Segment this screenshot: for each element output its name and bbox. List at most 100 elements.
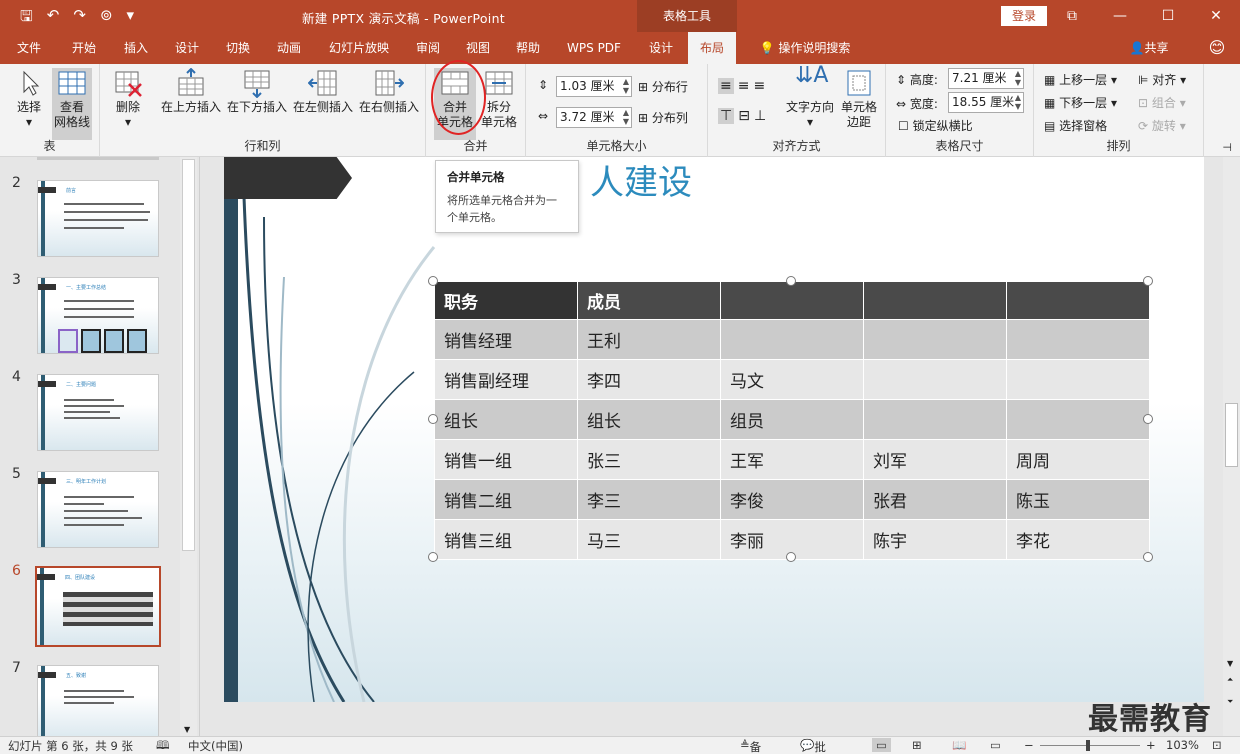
table-cell[interactable]	[1006, 319, 1150, 360]
ribbon-display-icon[interactable]: ⧉	[1048, 0, 1096, 32]
thumbnail-scrollbar[interactable]: ▼	[180, 157, 197, 736]
resize-handle[interactable]	[428, 276, 438, 286]
table-cell[interactable]: 组长	[434, 399, 578, 440]
table-header-cell[interactable]: 成员	[577, 281, 721, 320]
scroll-thumb[interactable]	[1225, 403, 1238, 467]
share-button[interactable]: 👤共享	[1124, 32, 1174, 64]
tab-insert[interactable]: 插入	[112, 32, 160, 64]
notes-button[interactable]: ≜ 备注	[740, 738, 761, 754]
slide-thumbnail-5[interactable]: 三、明年工作计划	[37, 471, 159, 548]
zoom-slider-thumb[interactable]	[1086, 740, 1090, 751]
tab-home[interactable]: 开始	[60, 32, 108, 64]
slide-thumbnail-4[interactable]: 二、主要问题	[37, 374, 159, 451]
presenter-icon[interactable]: ⊚	[100, 6, 113, 31]
slide-scrollbar[interactable]: ▼ ⏶ ⏷	[1223, 157, 1240, 736]
table-cell[interactable]: 李四	[577, 359, 721, 400]
rotate-button[interactable]: ⟳ 旋转 ▾	[1138, 117, 1186, 134]
table-width-input[interactable]: 18.55 厘米 ▲ ▼	[948, 92, 1024, 113]
table-cell[interactable]	[720, 319, 864, 360]
tell-me-search[interactable]: 💡 操作说明搜索	[750, 32, 860, 64]
cell-width-input[interactable]: 3.72 厘米 ▲ ▼	[556, 107, 632, 128]
table-cell[interactable]: 刘军	[863, 439, 1007, 480]
comments-button[interactable]: 💬 批注	[800, 738, 826, 754]
table-cell[interactable]	[1006, 359, 1150, 400]
tab-animations[interactable]: 动画	[266, 32, 312, 64]
resize-handle[interactable]	[786, 276, 796, 286]
tab-view[interactable]: 视图	[455, 32, 501, 64]
select-button[interactable]: 选择 ▾	[10, 68, 48, 130]
distribute-cols-button[interactable]: ⊞ 分布列	[638, 109, 688, 126]
align-button[interactable]: ⊫ 对齐 ▾	[1138, 71, 1186, 88]
tab-help[interactable]: 帮助	[505, 32, 551, 64]
table-cell[interactable]: 销售经理	[434, 319, 578, 360]
distribute-rows-button[interactable]: ⊞ 分布行	[638, 78, 688, 95]
delete-button[interactable]: 删除 ▾	[110, 68, 146, 130]
next-slide-icon[interactable]: ⏷	[1227, 697, 1233, 707]
selection-pane-button[interactable]: ▤ 选择窗格	[1044, 117, 1107, 134]
tab-file[interactable]: 文件	[6, 32, 52, 64]
maximize-icon[interactable]: ☐	[1144, 0, 1192, 32]
customize-qat-icon[interactable]: ▾	[127, 6, 135, 31]
pin-ribbon-icon[interactable]: ⊣	[1222, 141, 1232, 154]
resize-handle[interactable]	[428, 552, 438, 562]
scroll-thumb[interactable]	[182, 159, 195, 551]
insert-right-button[interactable]: 在右侧插入	[356, 68, 422, 115]
table-cell[interactable]: 陈宇	[863, 519, 1007, 560]
zoom-out-icon[interactable]: −	[1024, 738, 1034, 752]
table-cell[interactable]: 组员	[720, 399, 864, 440]
slide-title[interactable]: 人建设	[590, 157, 692, 204]
insert-left-button[interactable]: 在左侧插入	[290, 68, 356, 115]
spinner-arrows-icon[interactable]: ▲ ▼	[623, 108, 629, 126]
align-left-icon[interactable]: ≡	[718, 78, 734, 94]
resize-handle[interactable]	[428, 414, 438, 424]
table-header-cell[interactable]	[1006, 281, 1150, 320]
insert-below-button[interactable]: 在下方插入	[224, 68, 290, 115]
lock-aspect-checkbox[interactable]: ☐ 锁定纵横比	[898, 117, 973, 134]
spinner-arrows-icon[interactable]: ▲ ▼	[623, 77, 629, 95]
align-right-icon[interactable]: ≡	[753, 78, 765, 94]
table-cell[interactable]: 销售二组	[434, 479, 578, 520]
align-bottom-icon[interactable]: ⊥	[754, 108, 766, 124]
table-cell[interactable]: 李三	[577, 479, 721, 520]
bring-forward-button[interactable]: ▦ 上移一层 ▾	[1044, 71, 1117, 88]
table-cell[interactable]	[863, 399, 1007, 440]
scroll-down-icon[interactable]: ▼	[1227, 659, 1233, 668]
table-cell[interactable]: 销售副经理	[434, 359, 578, 400]
resize-handle[interactable]	[1143, 414, 1153, 424]
cell-margins-button[interactable]: 单元格 边距	[836, 68, 882, 130]
slide-table[interactable]: 职务 成员 销售经理 王利 销售副经理 李四 马文 组长 组长 组员 销售一组 …	[434, 281, 1150, 560]
normal-view-icon[interactable]: ▭	[872, 738, 891, 752]
fit-slide-icon[interactable]: ⊡	[1212, 738, 1222, 752]
login-button[interactable]: 登录	[1001, 6, 1047, 26]
table-cell[interactable]	[1006, 399, 1150, 440]
tab-review[interactable]: 审阅	[405, 32, 451, 64]
slide-sorter-icon[interactable]: ⊞	[912, 738, 922, 752]
align-top-icon[interactable]: ⊤	[718, 108, 735, 124]
close-icon[interactable]: ✕	[1192, 0, 1240, 32]
table-cell[interactable]	[863, 359, 1007, 400]
table-cell[interactable]	[863, 319, 1007, 360]
zoom-in-icon[interactable]: +	[1146, 738, 1156, 752]
reading-view-icon[interactable]: 📖	[952, 738, 966, 752]
slide-thumbnail-3[interactable]: 一、主要工作总结	[37, 277, 159, 354]
spellcheck-icon[interactable]: 🕮	[156, 738, 170, 754]
table-cell[interactable]: 马三	[577, 519, 721, 560]
table-cell[interactable]: 张君	[863, 479, 1007, 520]
insert-above-button[interactable]: 在上方插入	[158, 67, 224, 115]
table-cell[interactable]: 王军	[720, 439, 864, 480]
tab-slideshow[interactable]: 幻灯片放映	[320, 32, 398, 64]
table-cell[interactable]: 陈玉	[1006, 479, 1150, 520]
view-gridlines-button[interactable]: 查看 网格线	[52, 68, 92, 140]
previous-slide-icon[interactable]: ⏶	[1227, 675, 1233, 685]
save-icon[interactable]: 🖫	[20, 6, 33, 31]
scroll-down-icon[interactable]: ▼	[184, 725, 190, 734]
table-height-input[interactable]: 7.21 厘米 ▲ ▼	[948, 68, 1024, 89]
table-cell[interactable]: 组长	[577, 399, 721, 440]
table-cell[interactable]: 周周	[1006, 439, 1150, 480]
slideshow-icon[interactable]: ▭	[990, 738, 1001, 752]
table-cell[interactable]: 李花	[1006, 519, 1150, 560]
table-header-cell[interactable]	[720, 281, 864, 320]
table-cell[interactable]: 销售一组	[434, 439, 578, 480]
table-cell[interactable]: 李俊	[720, 479, 864, 520]
align-middle-icon[interactable]: ⊟	[738, 108, 750, 124]
